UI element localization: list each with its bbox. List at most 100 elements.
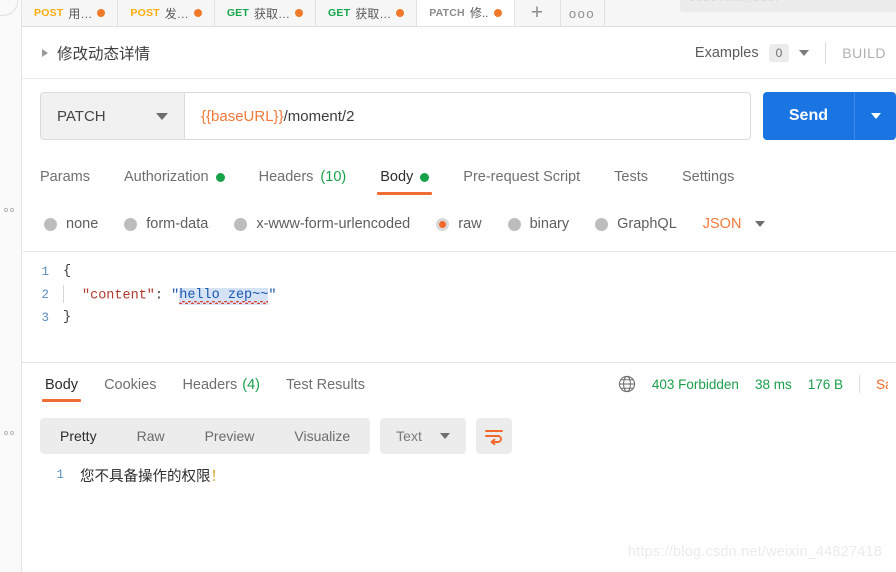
chevron-down-icon[interactable] <box>799 49 810 56</box>
new-tab-button[interactable]: + <box>515 0 561 26</box>
wrap-lines-button[interactable] <box>475 418 512 454</box>
response-format-label: Text <box>396 428 422 444</box>
response-size: 176 B <box>807 376 843 392</box>
tab-method-label: POST <box>130 7 160 19</box>
status-dot-icon <box>215 172 225 182</box>
response-meta: 403 Forbidden 38 ms 176 B Save Response <box>618 375 896 402</box>
save-response-button[interactable]: Save Response <box>876 377 888 392</box>
response-tab-body[interactable]: Body <box>32 377 91 402</box>
response-time: 38 ms <box>754 376 792 392</box>
response-status: 403 Forbidden <box>651 376 739 392</box>
request-tab-bar: POST 用… POST 发… GET 获取… GET 获取… PATCH 修.… <box>22 0 896 27</box>
send-button-group: Send <box>762 92 896 140</box>
status-dot-icon <box>420 172 430 182</box>
tab-authorization[interactable]: Authorization <box>107 169 242 195</box>
tab-settings[interactable]: Settings <box>665 169 751 195</box>
response-tab-cookies[interactable]: Cookies <box>91 377 169 402</box>
headers-count: (10) <box>320 169 347 185</box>
tab-method-label: GET <box>226 7 249 19</box>
headers-count: (4) <box>242 377 260 393</box>
pane-resize-handle-top[interactable] <box>4 205 18 215</box>
url-bar: PATCH {{baseURL}}/moment/2 <box>40 92 751 140</box>
body-type-binary[interactable]: binary <box>507 216 570 232</box>
tab-method-label: POST <box>34 7 64 19</box>
response-header: Body Cookies Headers (4) Test Results 40… <box>22 362 896 402</box>
chevron-right-icon[interactable] <box>42 48 48 57</box>
body-type-graphql[interactable]: GraphQL <box>595 216 677 232</box>
response-message-punctuation: ！ <box>210 468 226 485</box>
globe-icon[interactable] <box>618 375 636 393</box>
tab-pre-request-script[interactable]: Pre-request Script <box>446 169 597 195</box>
body-type-x-www-form-urlencoded[interactable]: x-www-form-urlencoded <box>234 216 410 232</box>
http-method-label: PATCH <box>57 107 106 125</box>
radio-icon <box>595 217 609 231</box>
request-section-tabs: Params Authorization Headers (10) Body P… <box>22 155 896 195</box>
chevron-down-icon <box>870 113 881 119</box>
tab-overflow-menu-button[interactable]: ooo <box>561 0 605 26</box>
tab-name-label: 获取… <box>254 6 291 21</box>
unsaved-indicator-dot <box>295 9 304 17</box>
tab-name-label: 用… <box>68 6 93 21</box>
request-tab-4[interactable]: GET 获取… <box>316 0 418 26</box>
request-tab-3[interactable]: GET 获取… <box>214 0 317 26</box>
body-format-select[interactable]: JSON <box>703 216 766 232</box>
line-content: "content": "hello zep~~" <box>63 284 276 306</box>
editor-line: 1 { <box>23 260 896 283</box>
divider <box>859 375 860 393</box>
body-type-label: binary <box>529 216 570 232</box>
divider <box>825 41 827 64</box>
url-path-token: /moment/2 <box>283 107 355 125</box>
url-input[interactable]: {{baseURL}}/moment/2 <box>185 93 750 139</box>
pane-resize-handle-bottom[interactable] <box>4 428 18 438</box>
body-type-selector: none form-data x-www-form-urlencoded raw… <box>22 205 896 243</box>
send-options-button[interactable] <box>854 92 896 140</box>
json-string-value-selected: hello zep~~ <box>179 288 269 306</box>
response-body-line: 1 您不具备操作的权限！ <box>22 460 896 486</box>
tab-headers[interactable]: Headers (10) <box>242 169 364 195</box>
tab-label: Tests <box>614 169 648 185</box>
tab-name-label: 发… <box>164 6 189 21</box>
postman-window: POST 用… POST 发… GET 获取… GET 获取… PATCH 修.… <box>0 0 896 572</box>
json-colon: : <box>154 288 172 304</box>
response-format-select[interactable]: Text <box>380 418 466 454</box>
radio-icon-selected <box>436 217 450 231</box>
tab-params[interactable]: Params <box>40 169 107 195</box>
request-tab-1[interactable]: POST 用… <box>22 0 119 26</box>
unsaved-indicator-dot <box>396 9 405 17</box>
tab-label: Body <box>380 169 414 185</box>
tab-label: Authorization <box>123 169 209 185</box>
wrap-lines-icon <box>484 430 503 445</box>
tab-method-label: PATCH <box>429 6 465 19</box>
body-type-none[interactable]: none <box>44 216 98 232</box>
view-mode-preview[interactable]: Preview <box>185 418 275 454</box>
tab-tests[interactable]: Tests <box>597 169 665 195</box>
tab-name-label: 修.. <box>469 6 489 20</box>
examples-label[interactable]: Examples <box>695 45 759 61</box>
watermark: https://blog.csdn.net/weixin_44827418 <box>627 544 882 560</box>
tab-label: Pre-request Script <box>463 169 581 185</box>
body-type-label: GraphQL <box>617 216 677 232</box>
body-type-label: x-www-form-urlencoded <box>256 216 411 232</box>
view-mode-visualize[interactable]: Visualize <box>274 418 370 454</box>
tab-body[interactable]: Body <box>363 169 446 195</box>
request-tab-5-active[interactable]: PATCH 修.. <box>417 0 515 26</box>
request-body-editor[interactable]: 1 { 2 "content": "hello zep~~" 3 } <box>23 251 896 356</box>
response-tab-test-results[interactable]: Test Results <box>273 377 378 402</box>
response-tab-headers[interactable]: Headers (4) <box>169 377 273 402</box>
radio-icon <box>507 217 521 231</box>
request-tab-2[interactable]: POST 发… <box>118 0 215 26</box>
view-mode-pretty[interactable]: Pretty <box>40 418 117 454</box>
body-type-form-data[interactable]: form-data <box>124 216 208 232</box>
line-number: 1 <box>56 468 64 482</box>
line-number: 3 <box>41 310 49 325</box>
line-number: 2 <box>41 287 49 302</box>
body-type-raw[interactable]: raw <box>436 216 482 232</box>
http-method-select[interactable]: PATCH <box>41 93 185 139</box>
send-button[interactable]: Send <box>762 92 854 140</box>
response-section-tabs: Body Cookies Headers (4) Test Results <box>22 377 378 402</box>
editor-line: 2 "content": "hello zep~~" <box>23 283 896 306</box>
view-mode-raw[interactable]: Raw <box>117 418 185 454</box>
line-number: 1 <box>41 264 49 279</box>
response-body-text: 您不具备操作的权限！ <box>80 465 225 486</box>
chevron-down-icon <box>755 221 766 227</box>
